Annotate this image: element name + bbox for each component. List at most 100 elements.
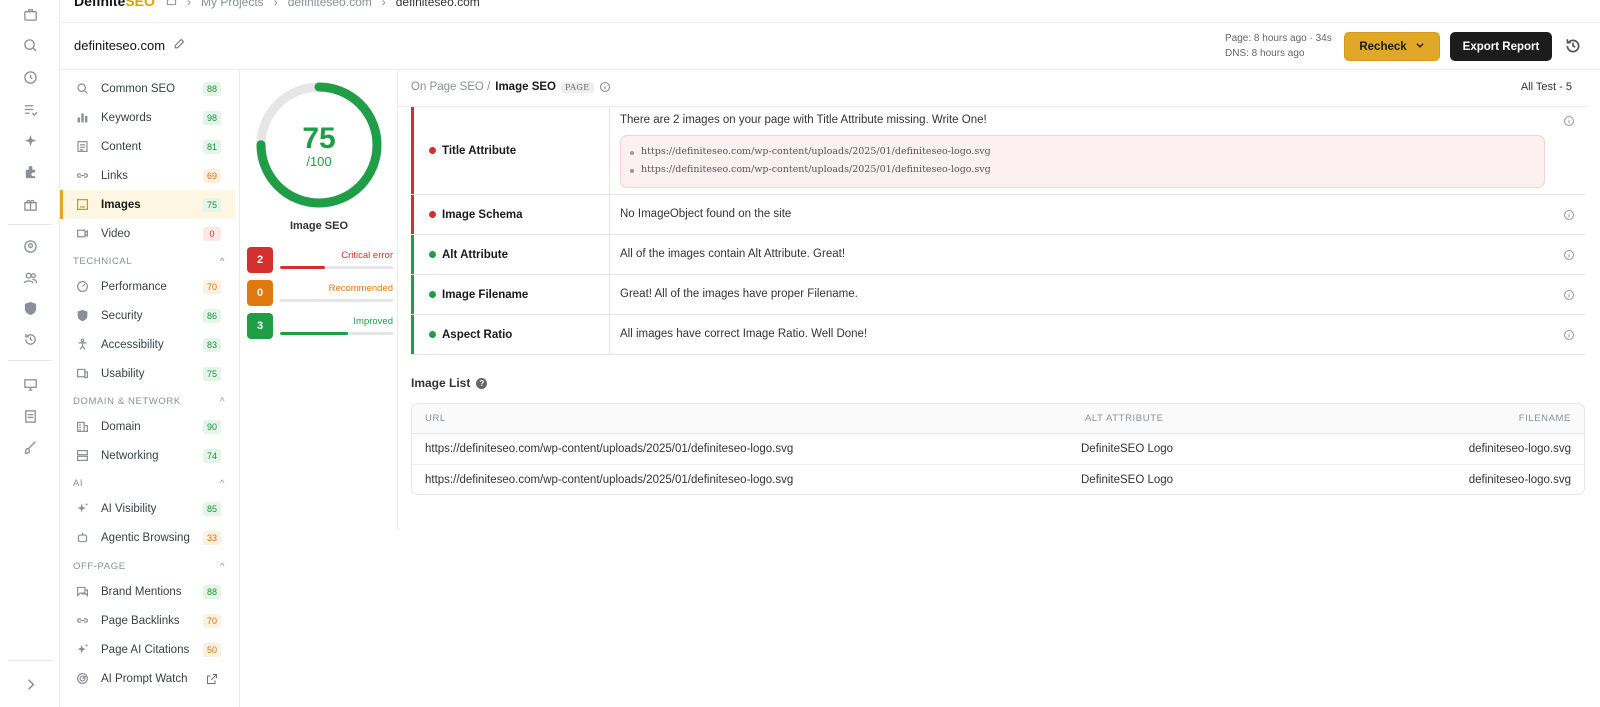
link-icon xyxy=(76,169,89,182)
sidebar-item-label: Page Backlinks xyxy=(101,614,180,627)
sidebar-item-label: Common SEO xyxy=(101,82,176,95)
radar-icon xyxy=(76,672,89,685)
score-badge: 69 xyxy=(203,168,221,183)
sidebar-item-networking[interactable]: Networking 74 xyxy=(60,441,235,470)
sidebar-item-accessibility[interactable]: Accessibility 83 xyxy=(60,330,235,359)
column-header-url[interactable]: URL xyxy=(425,413,446,424)
score-badge: 88 xyxy=(203,584,221,599)
test-message: All of the images contain Alt Attribute.… xyxy=(620,248,846,260)
page-tag: PAGE xyxy=(560,81,594,93)
section-breadcrumb: On Page SEO / Image SEO PAGE xyxy=(411,81,611,93)
briefcase-icon[interactable] xyxy=(19,3,41,25)
devices-icon xyxy=(76,367,89,380)
improved-stat[interactable]: 3 Improved xyxy=(247,313,393,341)
critical-label: Critical error xyxy=(341,250,393,261)
link-icon xyxy=(76,614,89,627)
edit-pencil-icon[interactable] xyxy=(173,38,185,53)
sidebar-item-page-backlinks[interactable]: Page Backlinks 70 xyxy=(60,606,235,635)
score-label: Image SEO xyxy=(289,220,349,232)
table-row[interactable]: https://definiteseo.com/wp-content/uploa… xyxy=(412,434,1584,465)
breadcrumb-projects[interactable]: My Projects xyxy=(201,0,264,9)
sidebar-item-keywords[interactable]: Keywords 98 xyxy=(60,103,235,132)
sidebar-item-agentic-browsing[interactable]: Agentic Browsing 33 xyxy=(60,523,235,552)
info-icon[interactable] xyxy=(1563,329,1575,341)
history-icon[interactable] xyxy=(1564,37,1582,55)
users-icon[interactable] xyxy=(19,266,41,288)
sidebar-item-links[interactable]: Links 69 xyxy=(60,161,235,190)
section-header-domain-network[interactable]: DOMAIN & NETWORK ^ xyxy=(73,396,225,407)
section-header-ai[interactable]: AI ^ xyxy=(73,478,225,489)
cell-url[interactable]: https://definiteseo.com/wp-content/uploa… xyxy=(425,443,793,455)
sidebar-item-content[interactable]: Content 81 xyxy=(60,132,235,161)
external-link-icon[interactable] xyxy=(206,673,218,685)
expand-chevron-icon[interactable] xyxy=(19,673,41,695)
recommended-label: Recommended xyxy=(328,283,393,294)
checklist-icon[interactable] xyxy=(19,98,41,120)
page-meta: Page: 8 hours ago · 34s xyxy=(1225,33,1332,44)
help-icon[interactable]: ? xyxy=(476,377,488,389)
sidebar-item-label: Links xyxy=(101,169,128,182)
user-circle-icon[interactable] xyxy=(19,235,41,257)
all-test-count[interactable]: All Test - 5 xyxy=(1521,81,1572,93)
table-row[interactable]: https://definiteseo.com/wp-content/uploa… xyxy=(412,465,1584,494)
sidebar-item-label: AI Visibility xyxy=(101,502,157,515)
test-row-image-schema[interactable]: Image Schema No ImageObject found on the… xyxy=(411,195,1585,235)
info-icon[interactable] xyxy=(1563,209,1575,221)
sidebar-item-performance[interactable]: Performance 70 xyxy=(60,272,235,301)
sidebar-item-domain[interactable]: Domain 90 xyxy=(60,412,235,441)
sidebar-item-page-ai-citations[interactable]: Page AI Citations 50 xyxy=(60,635,235,664)
test-row-alt-attribute[interactable]: Alt Attribute All of the images contain … xyxy=(411,235,1585,275)
score-panel: 75 /100 Image SEO 2 Critical error 0 Rec… xyxy=(240,70,398,530)
document-icon[interactable] xyxy=(19,405,41,427)
sidebar-item-brand-mentions[interactable]: Brand Mentions 88 xyxy=(60,577,235,606)
export-report-button[interactable]: Export Report xyxy=(1450,32,1552,61)
url-item[interactable]: https://definiteseo.com/wp-content/uploa… xyxy=(641,164,991,175)
sidebar-item-ai-prompt-watch[interactable]: AI Prompt Watch xyxy=(60,664,235,693)
sidebar-item-security[interactable]: Security 86 xyxy=(60,301,235,330)
test-row-aspect-ratio[interactable]: Aspect Ratio All images have correct Ima… xyxy=(411,315,1585,355)
search-globe-icon[interactable] xyxy=(19,34,41,56)
column-header-alt[interactable]: ALT ATTRIBUTE xyxy=(1085,413,1164,424)
info-icon[interactable] xyxy=(599,81,611,93)
content-header: On Page SEO / Image SEO PAGE All Test - … xyxy=(398,70,1588,107)
sidebar-item-video[interactable]: Video 0 xyxy=(60,219,235,248)
brand-logo[interactable]: DefiniteSEO xyxy=(74,0,155,9)
test-message: Great! All of the images have proper Fil… xyxy=(620,288,858,300)
recommended-stat[interactable]: 0 Recommended xyxy=(247,280,393,308)
gift-icon[interactable] xyxy=(19,193,41,215)
recheck-button[interactable]: Recheck xyxy=(1344,32,1440,61)
score-badge: 75 xyxy=(203,366,221,381)
cell-url[interactable]: https://definiteseo.com/wp-content/uploa… xyxy=(425,474,793,486)
breadcrumb-site[interactable]: definiteseo.com xyxy=(288,0,372,9)
shield-icon[interactable] xyxy=(19,297,41,319)
chevron-up-icon: ^ xyxy=(219,478,225,489)
critical-stat[interactable]: 2 Critical error xyxy=(247,247,393,275)
info-icon[interactable] xyxy=(1563,249,1575,261)
monitor-icon[interactable] xyxy=(19,373,41,395)
sidebar-item-usability[interactable]: Usability 75 xyxy=(60,359,235,388)
crumb-on-page-seo[interactable]: On Page SEO / xyxy=(411,81,490,93)
info-icon[interactable] xyxy=(1563,289,1575,301)
test-row-image-filename[interactable]: Image Filename Great! All of the images … xyxy=(411,275,1585,315)
test-row-title-attribute[interactable]: Title Attribute There are 2 images on yo… xyxy=(411,107,1585,195)
url-item[interactable]: https://definiteseo.com/wp-content/uploa… xyxy=(641,146,991,157)
info-icon[interactable] xyxy=(1563,115,1575,127)
column-header-filename[interactable]: FILENAME xyxy=(1519,413,1571,424)
chevron-up-icon: ^ xyxy=(219,256,225,267)
brush-icon[interactable] xyxy=(19,436,41,458)
sidebar-item-images[interactable]: Images 75 xyxy=(60,190,235,219)
puzzle-icon[interactable] xyxy=(19,161,41,183)
clock-icon[interactable] xyxy=(19,66,41,88)
sidebar-item-ai-visibility[interactable]: AI Visibility 85 xyxy=(60,494,235,523)
section-header-off-page[interactable]: OFF-PAGE ^ xyxy=(73,561,225,572)
section-header-technical[interactable]: TECHNICAL ^ xyxy=(73,256,225,267)
breadcrumb-separator: › xyxy=(187,0,191,9)
sidebar-item-common-seo[interactable]: Common SEO 88 xyxy=(60,74,235,103)
cell-alt: DefiniteSEO Logo xyxy=(1081,474,1174,486)
test-name: Aspect Ratio xyxy=(442,328,513,341)
history-icon[interactable] xyxy=(19,328,41,350)
home-icon[interactable] xyxy=(166,0,177,9)
test-message: All images have correct Image Ratio. Wel… xyxy=(620,328,868,340)
sparkle-icon[interactable] xyxy=(19,130,41,152)
sidebar-item-label: Keywords xyxy=(101,111,152,124)
